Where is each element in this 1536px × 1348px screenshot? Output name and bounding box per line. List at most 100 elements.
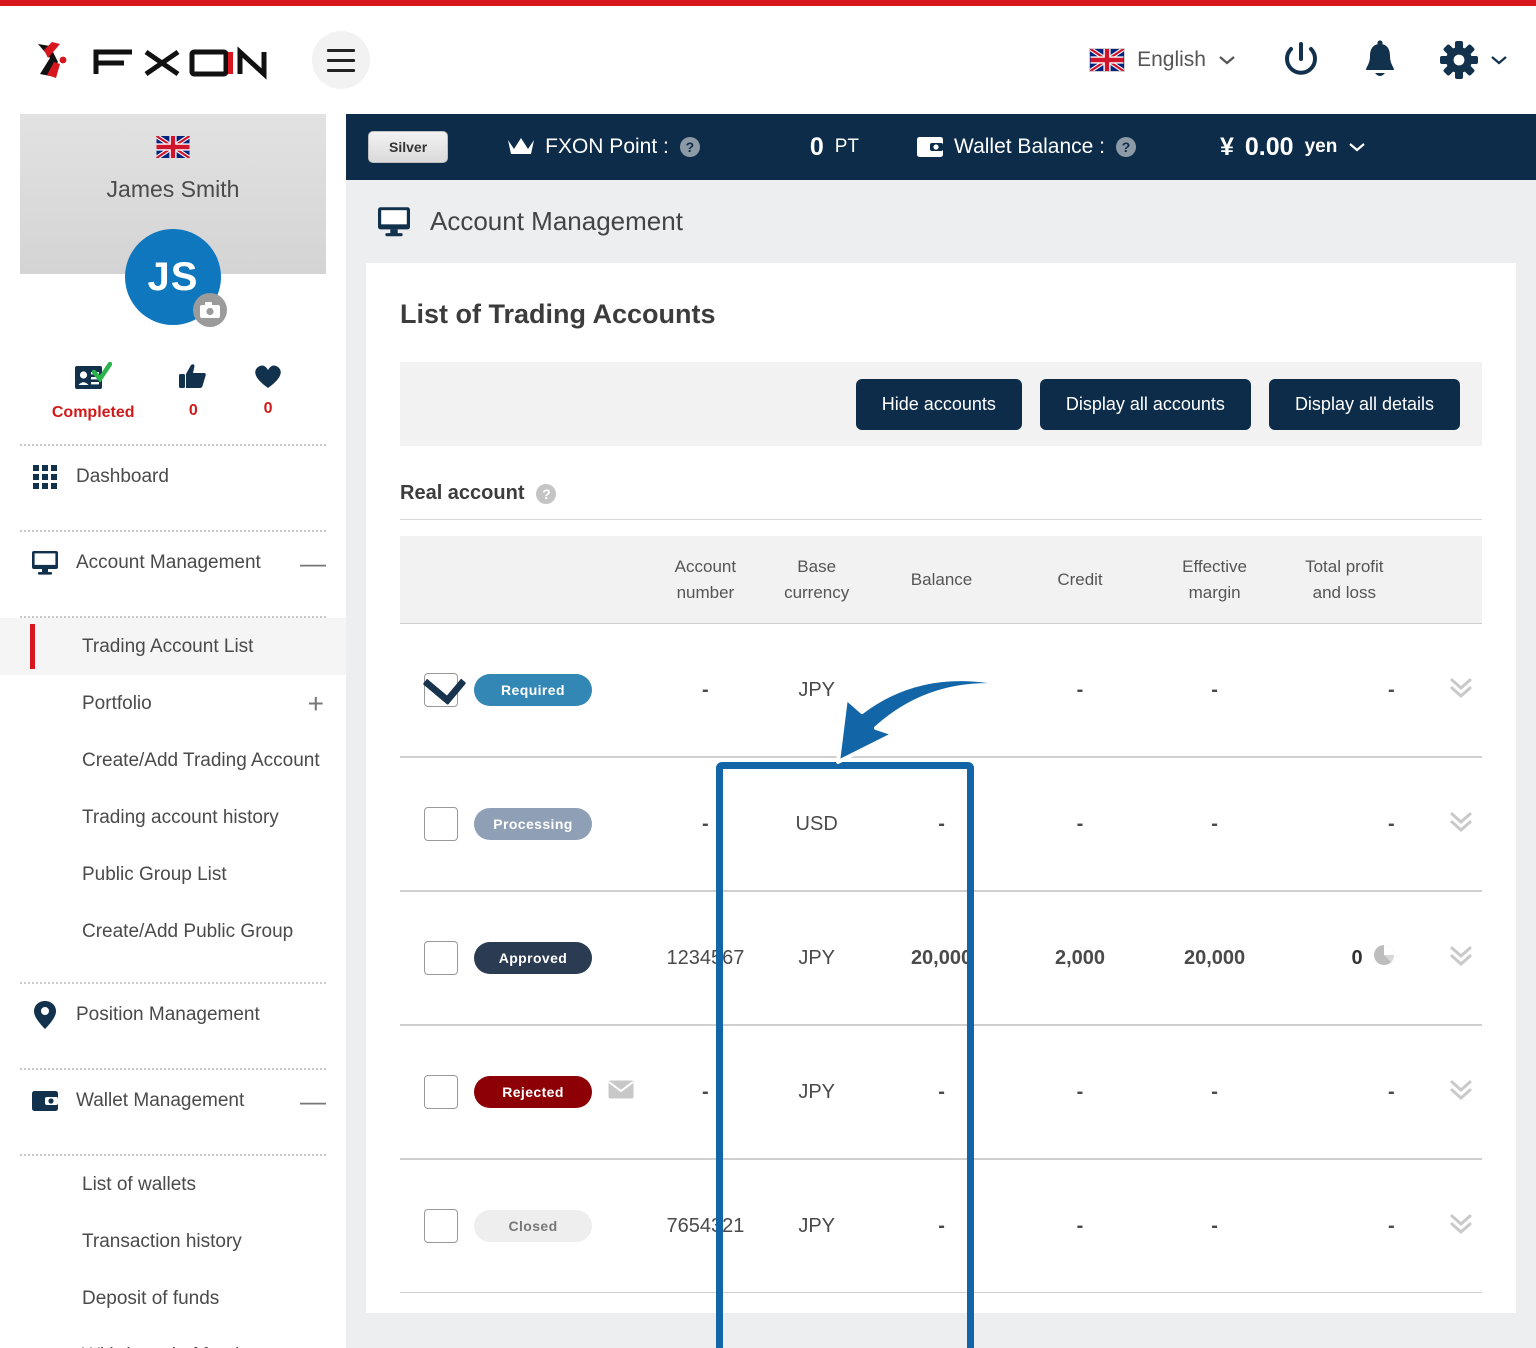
table-head: Account number Base currency Balance Cre…: [400, 536, 1482, 623]
cell-effective-margin: -: [1149, 1025, 1280, 1159]
column-header-actions: [1408, 536, 1482, 623]
help-icon[interactable]: ?: [679, 137, 700, 157]
collapse-toggle-icon[interactable]: —: [300, 1088, 326, 1114]
sidebar-item-position-management[interactable]: Position Management: [0, 984, 346, 1046]
cell-effective-margin: 20,000: [1149, 891, 1280, 1025]
header-line-1: Credit: [1057, 569, 1103, 589]
cell-account-number: -: [649, 1025, 762, 1159]
row-checkbox[interactable]: [424, 807, 458, 841]
wallet-balance-unit: yen: [1304, 136, 1338, 157]
sidebar-item-label: Wallet Management: [76, 1090, 245, 1111]
sidebar-item-public-group-list[interactable]: Public Group List: [0, 846, 346, 903]
expand-row-chevron-icon[interactable]: [1448, 1076, 1474, 1108]
cell-total-profit-and-loss: -: [1279, 1159, 1409, 1293]
status-inner: Processing: [424, 807, 650, 841]
notifications-button[interactable]: [1360, 39, 1400, 81]
header-line-2: margin: [1188, 582, 1241, 602]
cell-credit: 2,000: [1010, 891, 1150, 1025]
hide-accounts-button[interactable]: Hide accounts: [855, 378, 1022, 430]
total-profit-and-loss-value: -: [1387, 678, 1395, 701]
status-inner: Required: [424, 673, 650, 707]
hamburger-line: [327, 48, 355, 52]
cell-effective-margin: -: [1149, 623, 1280, 757]
id-card-verified-icon: [75, 362, 113, 389]
sidebar-subitem-label: Deposit of funds: [82, 1287, 220, 1309]
row-checkbox[interactable]: [424, 1209, 458, 1243]
cell-status: Required: [400, 623, 650, 757]
expand-row-chevron-icon[interactable]: [1448, 942, 1474, 974]
hamburger-menu-button[interactable]: [312, 31, 370, 89]
sidebar-item-trading-account-history[interactable]: Trading account history: [0, 789, 346, 846]
expand-row-chevron-icon[interactable]: [1448, 808, 1474, 840]
sidebar-item-withdrawal-of-funds[interactable]: Withdrawal of funds: [0, 1327, 346, 1348]
cell-total-profit-and-loss: -: [1279, 623, 1409, 757]
row-checkbox[interactable]: [424, 941, 458, 975]
fxon-point-value: 0: [809, 132, 824, 161]
pie-chart-icon[interactable]: [1373, 944, 1395, 972]
stat-favorites[interactable]: 0: [252, 362, 284, 422]
display-all-accounts-button[interactable]: Display all accounts: [1039, 378, 1251, 430]
row-checkbox[interactable]: [424, 673, 458, 707]
header-line-1: Effective: [1182, 557, 1248, 576]
app-root: English James Smith JS Completed 0 0 Das…: [0, 0, 1536, 1348]
change-photo-button[interactable]: [193, 293, 227, 327]
header-line-2: currency: [784, 582, 850, 602]
stat-verification[interactable]: Completed: [52, 362, 135, 422]
monitor-icon: [378, 206, 410, 236]
actions-wrap: [1409, 942, 1482, 974]
sidebar-subitem-label: Transaction history: [82, 1230, 242, 1252]
column-header-base-currency: Base currency: [761, 536, 873, 623]
language-selector[interactable]: English: [1089, 48, 1236, 72]
help-icon[interactable]: ?: [1116, 137, 1136, 157]
sidebar-item-deposit-of-funds[interactable]: Deposit of funds: [0, 1270, 346, 1327]
cell-actions: [1408, 1025, 1482, 1159]
fxon-point-group: FXON Point : ?: [508, 135, 700, 159]
sidebar-subitem-label: Public Group List: [82, 863, 227, 885]
wallet-balance-value-group[interactable]: ¥ 0.00 yen: [1220, 133, 1366, 162]
cell-base-currency: JPY: [761, 1159, 873, 1293]
table-row: Rejected - JPY - - - -: [400, 1025, 1482, 1159]
sidebar-subitem-label: Trading Account List: [82, 635, 254, 657]
settings-button[interactable]: [1438, 39, 1508, 81]
sidebar-item-wallet-management[interactable]: Wallet Management —: [0, 1070, 346, 1132]
cell-balance: -: [872, 623, 1011, 757]
cell-status: Rejected: [400, 1025, 650, 1159]
total-profit-and-loss-value: 0: [1351, 946, 1363, 969]
stat-likes[interactable]: 0: [178, 362, 208, 422]
fxon-logo[interactable]: [30, 34, 270, 86]
sidebar-item-transaction-history[interactable]: Transaction history: [0, 1213, 346, 1270]
expand-row-chevron-icon[interactable]: [1448, 1210, 1474, 1242]
tier-badge: Silver: [368, 131, 449, 163]
heart-icon: [255, 365, 281, 388]
cell-total-profit-and-loss: -: [1279, 757, 1409, 891]
stat-label: 0: [188, 402, 198, 419]
sidebar-item-portfolio[interactable]: Portfolio +: [0, 675, 346, 732]
sidebar-item-dashboard[interactable]: Dashboard: [0, 446, 346, 508]
page-header: Account Management: [346, 180, 1536, 263]
main-content: Silver FXON Point : ? 0 PT Wallet Balanc…: [346, 114, 1536, 1348]
sidebar-item-create-add-public-group[interactable]: Create/Add Public Group: [0, 903, 346, 960]
fxon-point-value-group: 0 PT: [810, 133, 859, 162]
body-wrapper: James Smith JS Completed 0 0 Dashboard A…: [0, 114, 1536, 1348]
status-badge: Rejected: [474, 1076, 592, 1108]
sidebar-item-list-of-wallets[interactable]: List of wallets: [0, 1156, 346, 1213]
avatar[interactable]: JS: [125, 229, 227, 327]
display-all-details-button[interactable]: Display all details: [1268, 378, 1460, 430]
collapse-toggle-icon[interactable]: —: [300, 550, 326, 576]
chevron-down-icon[interactable]: [1348, 141, 1366, 153]
pl-wrap: -: [1280, 1081, 1395, 1104]
cell-effective-margin: -: [1149, 1159, 1280, 1293]
sidebar-item-trading-account-list[interactable]: Trading Account List: [0, 618, 346, 675]
expand-row-chevron-icon[interactable]: [1448, 674, 1474, 706]
row-checkbox[interactable]: [424, 1075, 458, 1109]
sidebar-item-account-management[interactable]: Account Management —: [0, 532, 346, 594]
header-line-1: Base: [797, 557, 837, 576]
column-header-status: [400, 536, 650, 623]
cell-base-currency: USD: [761, 757, 873, 891]
expand-toggle-icon[interactable]: +: [308, 689, 324, 718]
sidebar-item-create-add-trading-account[interactable]: Create/Add Trading Account: [0, 732, 346, 789]
help-icon[interactable]: ?: [536, 483, 557, 504]
mail-icon[interactable]: [608, 1080, 634, 1105]
real-account-section-header: Real account ?: [400, 482, 1482, 520]
power-button[interactable]: [1280, 39, 1322, 81]
